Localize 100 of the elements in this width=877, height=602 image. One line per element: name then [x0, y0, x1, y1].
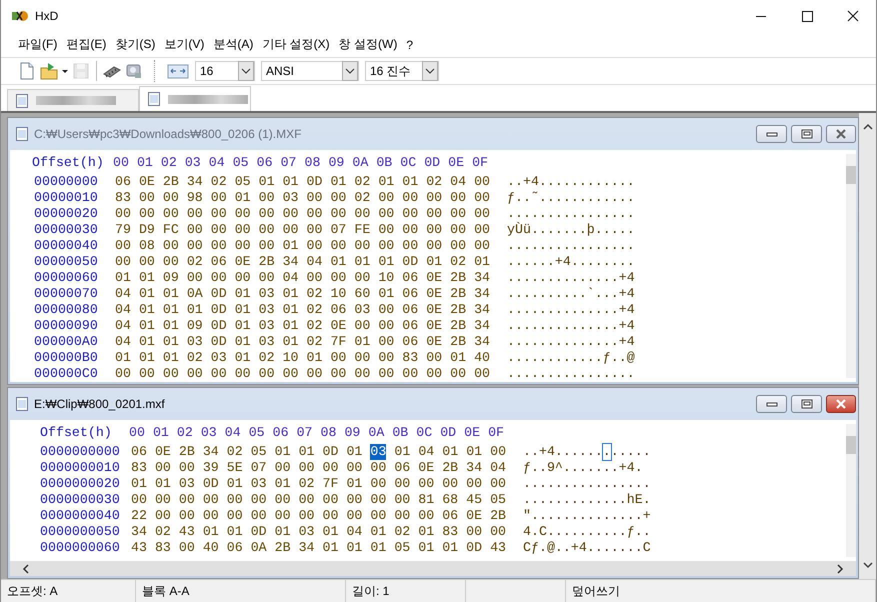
offset-label: 0000000020 — [40, 476, 121, 492]
text-bytes: ................ — [507, 206, 635, 222]
vertical-scrollbar[interactable] — [859, 113, 876, 579]
chevron-down-icon — [342, 61, 358, 81]
text-bytes: yÙü.......þ..... — [507, 222, 635, 238]
column-header: Offset(h) — [32, 155, 105, 171]
selected-byte: 03 — [370, 444, 386, 460]
offset-label: 00000060 — [33, 270, 99, 286]
minimize-icon — [766, 400, 778, 408]
text-bytes: ƒ..˜............ — [507, 190, 635, 206]
offset-label: 00000030 — [33, 222, 99, 238]
close-button[interactable] — [826, 125, 856, 143]
hex-bytes: 34 02 43 01 01 0D 01 03 01 04 01 02 01 83 00 00 — [131, 524, 506, 540]
offset-label: 000000A0 — [33, 334, 99, 350]
document-tab[interactable] — [7, 89, 139, 111]
column-header: 00 01 02 03 04 05 06 07 08 09 0A 0B 0C 0D 0E 0F — [113, 155, 488, 171]
offset-label: 00000070 — [33, 286, 99, 302]
file-icon — [16, 397, 28, 411]
document-title: C:₩Users₩pc3₩Downloads₩800_0206 (1).MXF — [34, 127, 302, 141]
hex-bytes: 00 00 00 00 00 00 00 00 00 00 00 00 81 68 45 05 — [131, 492, 506, 508]
text-bytes: Cƒ.@..+4.......C — [523, 540, 651, 556]
restore-button[interactable] — [791, 125, 822, 143]
chevron-up-icon — [862, 123, 872, 131]
text-bytes: .............hE. — [523, 492, 651, 508]
chevron-left-icon — [22, 564, 30, 574]
close-button[interactable] — [826, 395, 856, 413]
file-icon — [16, 127, 28, 141]
text-bytes: ..............+4 — [507, 334, 635, 350]
vertical-scrollbar[interactable] — [846, 424, 856, 557]
text-bytes: ..........`...+4 — [507, 286, 635, 302]
hex-bytes: 83 00 00 98 00 01 00 03 00 00 02 00 00 00 00 00 — [115, 190, 490, 206]
hex-bytes: 04 01 01 01 0D 01 03 01 02 06 03 00 06 0E 2B 34 — [115, 302, 490, 318]
hex-bytes: 04 01 01 0A 0D 01 03 01 02 10 60 01 06 0E 2B 34 — [115, 286, 490, 302]
dropdown[interactable]: 16 진수 — [365, 61, 439, 81]
offset-label: 0000000000 — [40, 444, 121, 460]
menu-item[interactable]: 보기(V) — [164, 36, 204, 53]
menu-item[interactable]: 파일(F) — [18, 36, 58, 53]
window-title: HxD — [35, 9, 60, 23]
offset-label: 00000050 — [33, 254, 99, 270]
hex-bytes: 22 00 00 00 00 00 00 00 00 00 00 00 00 06 0E 2B — [131, 508, 506, 524]
text-bytes: 4.C..........ƒ.. — [523, 524, 651, 540]
text-bytes: ......+4........ — [507, 254, 635, 270]
offset-label: 0000000040 — [40, 508, 121, 524]
offset-label: 00000020 — [33, 206, 99, 222]
hex-bytes: 01 01 01 02 03 01 02 10 01 00 00 00 83 00 01 40 — [115, 350, 490, 366]
hex-bytes: 00 00 00 00 00 00 00 00 00 00 00 00 00 00 00 00 — [115, 206, 490, 222]
restore-button[interactable] — [791, 395, 822, 413]
hex-bytes: 06 0E 2B 34 02 05 01 01 0D 01 — [131, 444, 362, 460]
column-header: 00 01 02 03 04 05 06 07 08 09 0A 0B 0C 0D 0E 0F — [129, 425, 504, 441]
menu-item[interactable]: 창 설정(W) — [338, 36, 398, 53]
text-bytes: ..+4............ — [507, 174, 635, 190]
menu-item[interactable]: 찾기(S) — [115, 36, 156, 53]
status-text: 길이: 1 — [352, 582, 390, 600]
offset-label: 0000000030 — [40, 492, 121, 508]
menu-item[interactable]: 기타 설정(X) — [262, 36, 330, 53]
text-bytes: "..............+ — [523, 508, 651, 524]
vertical-scrollbar[interactable] — [846, 154, 856, 378]
menu-item[interactable]: 분석(A) — [213, 36, 254, 53]
minimize-button[interactable] — [756, 395, 787, 413]
offset-label: 0000000050 — [40, 524, 121, 540]
document-tab[interactable] — [139, 86, 251, 111]
dropdown[interactable]: 16 — [195, 61, 255, 81]
column-header: Offset(h) — [40, 425, 113, 441]
offset-label: 00000000 — [33, 174, 99, 190]
file-icon — [148, 92, 160, 106]
status-text: 덮어쓰기 — [572, 582, 620, 600]
hex-bytes: 06 0E 2B 34 02 05 01 01 0D 01 02 01 01 02 04 00 — [115, 174, 490, 190]
chevron-down-icon — [862, 561, 872, 569]
hex-bytes: 04 01 01 03 0D 01 03 01 02 7F 01 00 06 0E 2B 34 — [115, 334, 490, 350]
text-bytes: ..... — [610, 444, 651, 460]
dropdown[interactable]: ANSI — [261, 61, 359, 81]
hex-bytes: 01 01 09 00 00 00 00 04 00 00 00 10 06 0E 2B 34 — [115, 270, 490, 286]
menu-item[interactable]: ? — [406, 38, 414, 52]
hex-bytes: 79 D9 FC 00 00 00 00 00 00 07 FE 00 00 00 00 00 — [115, 222, 490, 238]
minimize-icon — [766, 130, 778, 138]
chevron-right-icon — [836, 564, 844, 574]
offset-label: 00000040 — [33, 238, 99, 254]
text-bytes: ..............+4 — [507, 270, 635, 286]
restore-icon — [800, 129, 812, 139]
hex-bytes: 00 00 00 02 06 0E 2B 34 04 01 01 01 0D 01 02 01 — [115, 254, 490, 270]
offset-label: 00000010 — [33, 190, 99, 206]
restore-icon — [800, 399, 812, 409]
text-bytes: ..+4...... — [523, 444, 603, 460]
hex-bytes: 01 04 01 01 00 — [394, 444, 506, 460]
hex-bytes: 83 00 00 39 5E 07 00 00 00 00 00 06 0E 2B 34 04 — [131, 460, 506, 476]
minimize-button[interactable] — [756, 125, 787, 143]
close-icon — [834, 399, 848, 409]
chevron-down-icon — [422, 61, 438, 81]
file-icon — [16, 94, 28, 108]
text-cursor: . — [602, 444, 611, 460]
horizontal-scrollbar[interactable] — [10, 561, 856, 576]
text-bytes: ................ — [507, 366, 635, 382]
status-text: 블록 A-A — [142, 582, 190, 600]
text-bytes: ................ — [523, 476, 651, 492]
hex-bytes: 04 01 01 09 0D 01 03 01 02 0E 00 00 06 0E 2B 34 — [115, 318, 490, 334]
menu-item[interactable]: 편집(E) — [66, 36, 106, 53]
app-logo-icon — [11, 9, 29, 23]
text-bytes: ..............+4 — [507, 318, 635, 334]
text-bytes: ............ƒ..@ — [507, 350, 635, 366]
text-bytes: ..............+4 — [507, 302, 635, 318]
